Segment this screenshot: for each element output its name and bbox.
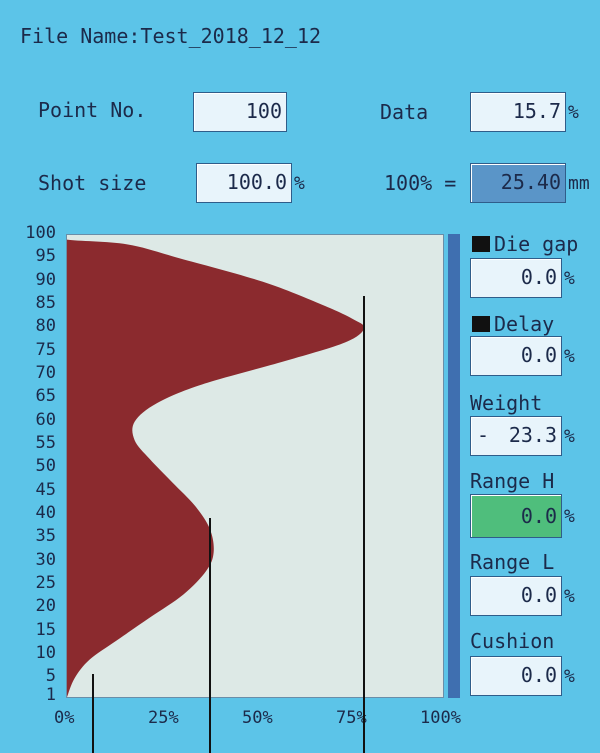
file-name: File Name:Test_2018_12_12 [20,24,322,48]
hundred-pct-field[interactable]: 25.40 [470,163,566,203]
profile-svg [67,235,365,697]
profile-chart[interactable] [66,234,444,698]
weight-field[interactable]: - 23.3 [470,416,562,456]
y-tick-label: 55 [35,433,56,453]
weight-sign: - [477,423,490,447]
y-tick-label: 85 [35,293,56,313]
y-tick-label: 1 [45,685,56,705]
point-no-label: Point No. [38,98,147,122]
x-tick-label: 25% [148,708,179,728]
y-tick-label: 45 [35,479,56,500]
cushion-label: Cushion [470,629,555,653]
die-gap-unit: % [564,268,575,289]
hundred-pct-label: 100% = [384,171,457,195]
delay-unit: % [564,346,575,367]
vertical-scale-bar[interactable] [448,234,460,698]
cushion-unit: % [564,666,575,687]
y-tick-label: 10 [35,643,56,663]
data-unit: % [568,102,579,123]
profile-area [67,235,365,697]
shot-size-unit: % [294,173,305,194]
range-l-field[interactable]: 0.0 [470,576,562,616]
y-tick-label: 60 [35,409,56,430]
y-tick-label: 15 [35,619,56,640]
die-gap-field[interactable]: 0.0 [470,258,562,298]
delay-marker [472,316,490,332]
y-tick-label: 5 [45,666,56,687]
shot-size-label: Shot size [38,171,147,195]
y-tick-label: 25 [35,573,56,593]
y-tick-label: 80 [35,316,56,337]
range-h-label: Range H [470,469,555,493]
die-gap-label: Die gap [494,232,579,256]
die-gap-marker [472,236,490,252]
cursor-line[interactable] [363,296,366,753]
cursor-line[interactable] [92,674,95,753]
y-tick-label: 50 [35,456,56,477]
y-tick-label: 90 [35,269,56,290]
y-tick-label: 75 [35,339,56,360]
data-field[interactable]: 15.7 [470,92,566,132]
x-tick-label: 50% [242,708,273,728]
hundred-pct-unit: mm [568,173,590,194]
shot-size-field[interactable]: 100.0 [196,163,292,203]
range-h-unit: % [564,506,575,527]
y-tick-label: 40 [35,503,56,523]
weight-value: 23.3 [508,423,557,447]
y-tick-label: 20 [35,596,56,617]
x-tick-label: 0% [54,708,75,728]
y-tick-label: 65 [35,386,56,407]
y-tick-label: 30 [35,549,56,570]
delay-label: Delay [494,312,555,336]
data-label: Data [380,100,429,124]
weight-unit: % [564,426,575,447]
range-l-label: Range L [470,550,555,574]
y-tick-label: 95 [35,246,56,267]
delay-field[interactable]: 0.0 [470,336,562,376]
range-h-field[interactable]: 0.0 [470,494,562,538]
point-no-field[interactable]: 100 [193,92,287,132]
y-tick-label: 70 [35,363,56,383]
cursor-line[interactable] [208,518,211,753]
y-tick-label: 35 [35,526,56,547]
weight-label: Weight [470,391,543,415]
cushion-field[interactable]: 0.0 [470,656,562,696]
y-tick-label: 100 [25,223,56,243]
range-l-unit: % [564,586,575,607]
x-tick-label: 100% [420,708,461,728]
